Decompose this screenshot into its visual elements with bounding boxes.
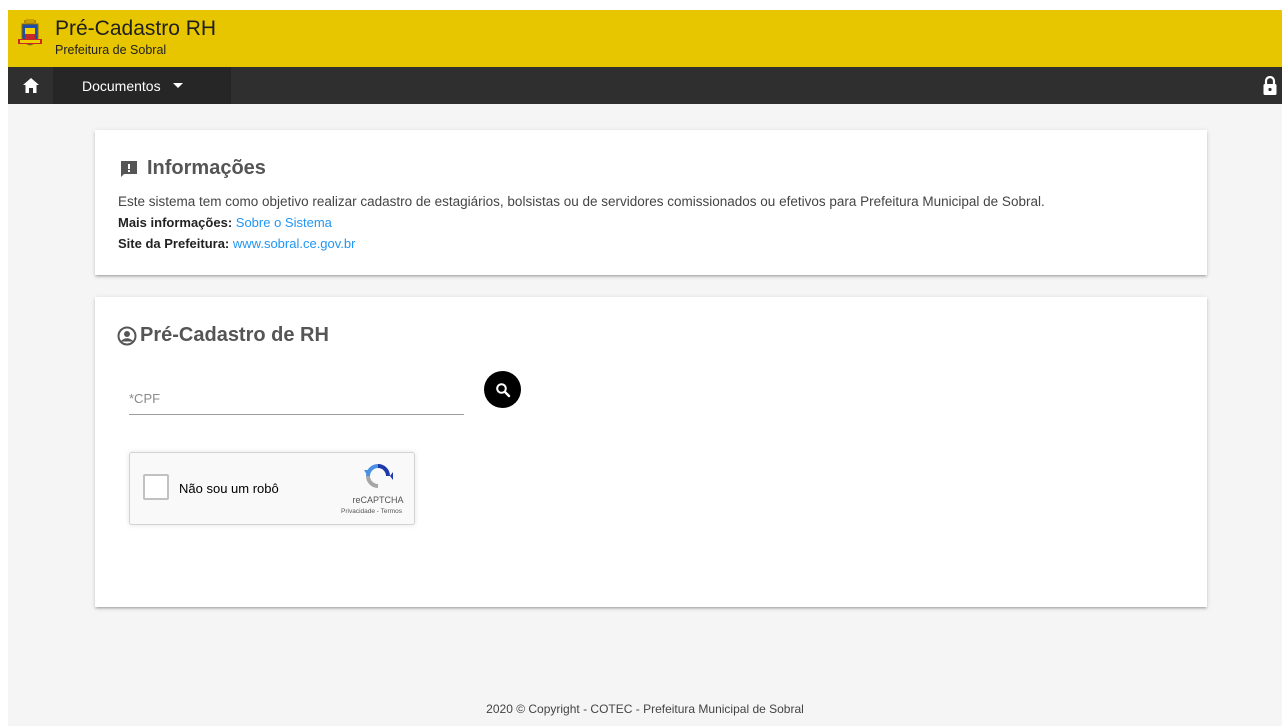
- recaptcha-privacy-terms[interactable]: Privacidade - Termos: [327, 508, 416, 515]
- search-button[interactable]: [484, 371, 521, 408]
- more-info-label: Mais informações:: [118, 215, 233, 230]
- info-card: Informações Este sistema tem como objeti…: [95, 130, 1207, 275]
- feedback-icon: [121, 160, 137, 177]
- navbar: Documentos: [8, 67, 1282, 104]
- city-site-link[interactable]: www.sobral.ce.gov.br: [233, 236, 356, 251]
- app-title: Pré-Cadastro RH: [55, 17, 217, 40]
- header-bar: Pré-Cadastro RH Prefeitura de Sobral: [8, 10, 1282, 67]
- coat-of-arms-logo: [18, 19, 42, 46]
- page: Pré-Cadastro RH Prefeitura de Sobral Doc…: [8, 10, 1282, 726]
- home-button[interactable]: [8, 67, 53, 104]
- recaptcha-widget: Não sou um robô reCAPTCHA Privacidade - …: [129, 452, 415, 525]
- recaptcha-checkbox[interactable]: [143, 474, 169, 500]
- precadastro-card: Pré-Cadastro de RH Não sou um robô reCAP…: [95, 297, 1207, 607]
- caret-down-icon: [172, 83, 183, 88]
- documents-menu[interactable]: Documentos: [53, 67, 231, 104]
- home-icon: [22, 78, 39, 93]
- user-circle-icon: [117, 326, 137, 345]
- info-card-title: Informações: [119, 157, 266, 180]
- lock-icon[interactable]: [1262, 76, 1278, 96]
- site-label: Site da Prefeitura:: [118, 236, 230, 251]
- search-icon: [495, 382, 510, 397]
- recaptcha-brand: reCAPTCHA: [352, 495, 404, 505]
- documents-menu-label: Documentos: [82, 77, 161, 94]
- footer-copyright: 2020 © Copyright - COTEC - Prefeitura Mu…: [486, 702, 804, 716]
- form-title-text: Pré-Cadastro de RH: [140, 324, 329, 346]
- about-system-link[interactable]: Sobre o Sistema: [236, 215, 332, 230]
- form-card-title: Pré-Cadastro de RH: [117, 324, 329, 347]
- info-title-text: Informações: [147, 157, 266, 179]
- recaptcha-logo-icon: [364, 464, 393, 488]
- more-info-line: Mais informações: Sobre o Sistema: [118, 215, 332, 230]
- site-line: Site da Prefeitura: www.sobral.ce.gov.br: [118, 236, 355, 251]
- info-description: Este sistema tem como objetivo realizar …: [118, 194, 1045, 209]
- app-subtitle: Prefeitura de Sobral: [55, 43, 167, 57]
- recaptcha-label: Não sou um robô: [179, 481, 279, 496]
- cpf-input[interactable]: [129, 383, 464, 415]
